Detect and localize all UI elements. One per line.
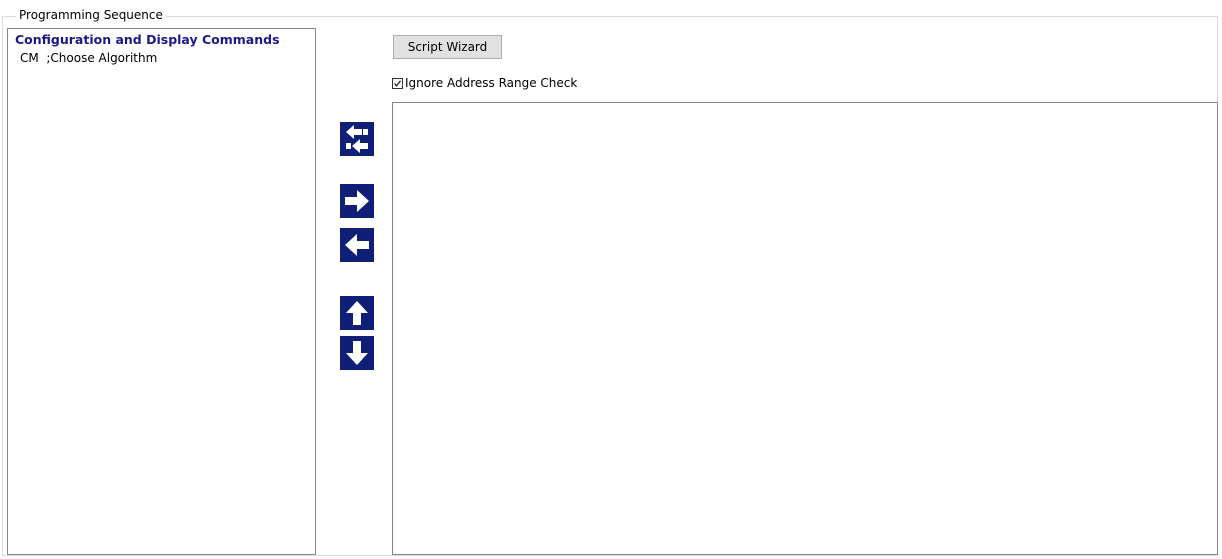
arrow-right-icon <box>345 190 369 212</box>
ignore-address-range-checkbox[interactable] <box>392 77 403 89</box>
move-down-button[interactable] <box>340 336 374 370</box>
arrow-left-icon <box>345 234 369 256</box>
arrow-down-icon <box>346 341 368 365</box>
group-title: Programming Sequence <box>16 8 166 22</box>
swap-arrows-icon <box>346 125 368 153</box>
ignore-address-range-option[interactable]: Ignore Address Range Check <box>392 76 577 90</box>
move-up-button[interactable] <box>340 296 374 330</box>
script-editor[interactable] <box>392 102 1218 555</box>
command-list[interactable]: Configuration and Display Commands CM ;C… <box>7 28 316 555</box>
arrow-up-icon <box>346 301 368 325</box>
script-wizard-button[interactable]: Script Wizard <box>393 35 502 59</box>
list-item[interactable]: CM ;Choose Algorithm <box>20 51 157 65</box>
remove-left-button[interactable] <box>340 228 374 262</box>
ignore-address-range-label: Ignore Address Range Check <box>405 76 578 90</box>
command-category-header: Configuration and Display Commands <box>15 32 280 47</box>
add-right-button[interactable] <box>340 184 374 218</box>
swap-button[interactable] <box>340 122 374 156</box>
checkmark-icon <box>394 79 402 87</box>
